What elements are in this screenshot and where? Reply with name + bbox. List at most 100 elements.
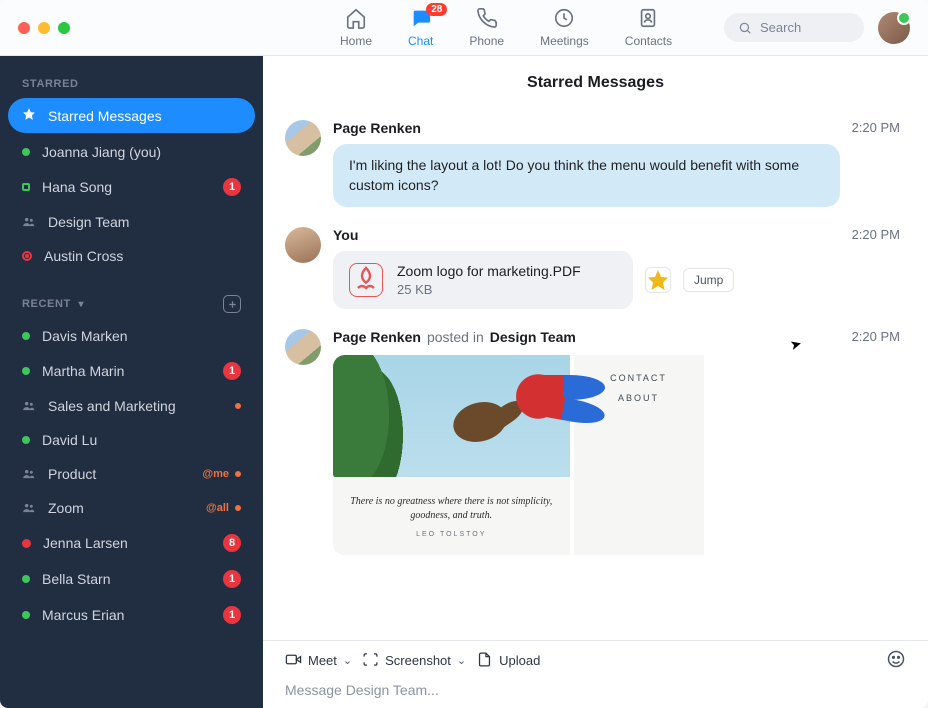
profile-avatar[interactable] <box>878 12 910 44</box>
image-quote-author: LEO TOLSTOY <box>416 531 486 538</box>
message-avatar[interactable] <box>285 227 321 263</box>
message-time: 2:20 PM <box>852 227 900 242</box>
sidebar-item[interactable]: Zoom @all <box>0 491 263 525</box>
sidebar-item[interactable]: Hana Song1 <box>0 169 263 205</box>
section-label-starred: STARRED <box>22 78 79 90</box>
presence-online-icon <box>22 575 30 583</box>
image-link: ABOUT <box>618 393 659 403</box>
sidebar-item-label: David Lu <box>42 432 241 448</box>
section-label-recent: RECENT <box>22 298 71 310</box>
message-time: 2:20 PM <box>852 329 900 344</box>
window-controls <box>18 22 70 34</box>
sidebar-item-label: Martha Marin <box>42 363 211 379</box>
sidebar-item-label: Bella Starn <box>42 571 211 587</box>
sidebar-item[interactable]: Starred Messages <box>8 98 255 133</box>
image-attachment[interactable]: There is no greatness where there is not… <box>333 355 763 555</box>
file-attachment[interactable]: Zoom logo for marketing.PDF 25 KB <box>333 251 633 309</box>
star-icon <box>22 107 36 124</box>
sidebar-item-label: Product <box>48 466 190 482</box>
mention-indicator: @me <box>202 468 229 480</box>
sidebar-item-label: Jenna Larsen <box>43 535 211 551</box>
composer-actions: Meet ⌄ Screenshot⌄ Upload <box>285 649 906 672</box>
presence-online-icon <box>22 436 30 444</box>
contacts-icon <box>637 7 659 32</box>
emoji-button[interactable] <box>886 649 906 672</box>
nav-badge: 28 <box>426 3 447 16</box>
search-input[interactable]: Search <box>724 13 864 42</box>
group-icon <box>22 467 36 481</box>
sidebar-item[interactable]: Jenna Larsen 8 <box>0 525 263 561</box>
message-author: You <box>333 227 358 243</box>
message-time: 2:20 PM <box>852 120 900 135</box>
minimize-window-button[interactable] <box>38 22 50 34</box>
group-icon <box>22 215 36 229</box>
action-label: Meet <box>308 653 337 668</box>
sidebar-item[interactable]: Joanna Jiang (you) <box>0 135 263 169</box>
presence-online-icon <box>22 611 30 619</box>
top-nav: Home Chat28 Phone Meetings Contacts <box>340 7 672 48</box>
message: You Zoom logo for marketing.PDF 25 KB Ju… <box>285 217 900 319</box>
image-quote: There is no greatness where there is not… <box>333 495 570 523</box>
sidebar: STARRED Starred Messages Joanna Jiang (yo… <box>0 56 263 708</box>
unread-badge: 1 <box>223 606 241 624</box>
message-channel[interactable]: Design Team <box>490 329 576 345</box>
main-panel: Starred Messages Page RenkenI'm liking t… <box>263 56 928 708</box>
sidebar-item-label: Zoom <box>48 500 194 516</box>
unread-dot <box>235 505 241 511</box>
nav-meetings[interactable]: Meetings <box>540 7 589 48</box>
screenshot-button[interactable]: Screenshot⌄ <box>362 651 466 671</box>
file-icon <box>476 651 493 671</box>
unread-badge: 1 <box>223 178 241 196</box>
mention-indicator: @all <box>206 502 229 514</box>
message: Page RenkenI'm liking the layout a lot! … <box>285 110 900 217</box>
sidebar-item-label: Joanna Jiang (you) <box>42 144 241 160</box>
sidebar-item[interactable]: Davis Marken <box>0 319 263 353</box>
chevron-down-icon: ⌄ <box>343 654 352 667</box>
nav-label: Contacts <box>625 34 672 48</box>
screenshot-icon <box>362 651 379 671</box>
nav-phone[interactable]: Phone <box>469 7 504 48</box>
sidebar-item[interactable]: Austin Cross <box>0 239 263 273</box>
message-avatar[interactable] <box>285 120 321 156</box>
close-window-button[interactable] <box>18 22 30 34</box>
home-icon <box>345 7 367 32</box>
sidebar-item[interactable]: Martha Marin1 <box>0 353 263 389</box>
video-icon <box>285 651 302 671</box>
meet-button[interactable]: Meet ⌄ <box>285 651 352 671</box>
starred-indicator[interactable] <box>645 267 671 293</box>
upload-button[interactable]: Upload <box>476 651 540 671</box>
message-avatar[interactable] <box>285 329 321 365</box>
search-icon <box>738 21 752 35</box>
maximize-window-button[interactable] <box>58 22 70 34</box>
sidebar-item[interactable]: Sales and Marketing <box>0 389 263 423</box>
composer-input[interactable]: Message Design Team... <box>285 682 906 698</box>
unread-dot <box>235 471 241 477</box>
action-label: Upload <box>499 653 540 668</box>
chevron-down-icon: ⌄ <box>457 654 466 667</box>
chevron-down-icon: ▾ <box>78 299 84 310</box>
nav-home[interactable]: Home <box>340 7 372 48</box>
sidebar-section-recent[interactable]: RECENT ▾ <box>0 287 263 319</box>
sidebar-item[interactable]: Design Team <box>0 205 263 239</box>
add-conversation-button[interactable] <box>223 295 241 313</box>
presence-online-icon <box>22 367 30 375</box>
sidebar-item[interactable]: Product @me <box>0 457 263 491</box>
sidebar-section-starred: STARRED <box>0 70 263 96</box>
sidebar-item-label: Davis Marken <box>42 328 241 344</box>
unread-badge: 1 <box>223 570 241 588</box>
unread-badge: 8 <box>223 534 241 552</box>
nav-label: Meetings <box>540 34 589 48</box>
message-author: Page Renken <box>333 329 421 345</box>
group-icon <box>22 399 36 413</box>
sidebar-item-label: Sales and Marketing <box>48 398 223 414</box>
meetings-icon <box>553 7 575 32</box>
sidebar-item[interactable]: David Lu <box>0 423 263 457</box>
jump-button[interactable]: Jump <box>683 268 734 292</box>
sidebar-item[interactable]: Bella Starn 1 <box>0 561 263 597</box>
presence-online-icon <box>22 148 30 156</box>
sidebar-item[interactable]: Marcus Erian1 <box>0 597 263 633</box>
nav-contacts[interactable]: Contacts <box>625 7 672 48</box>
phone-icon <box>476 7 498 32</box>
message-author: Page Renken <box>333 120 421 136</box>
nav-chat[interactable]: Chat28 <box>408 7 433 48</box>
